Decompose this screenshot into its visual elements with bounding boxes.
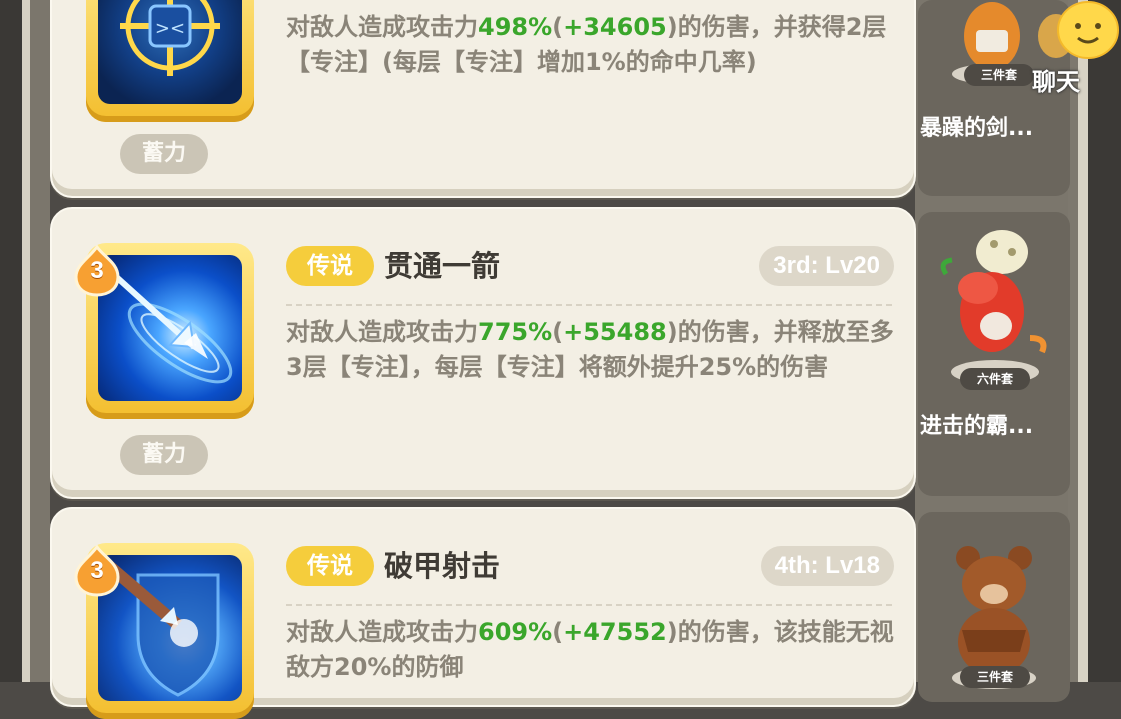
- target-skill-icon: ><: [98, 0, 242, 104]
- skill-name: 破甲射击: [384, 549, 501, 583]
- skill-card[interactable]: 3 蓄力 传说 贯通一箭 3rd: Lv20 对敌人造成攻击力775%(+554…: [50, 207, 916, 499]
- unlock-requirement: 4th: Lv18: [760, 546, 894, 586]
- skill-level: 3: [90, 257, 104, 284]
- rarity-badge: 传说: [286, 246, 374, 286]
- skill-description: 对敌人造成攻击力609%(+47552)的伤害，该技能无视敌方20%的防御: [286, 618, 894, 681]
- skill-card[interactable]: 3 传说 破甲射击 4th: Lv18 对敌人造成攻击力609%(+47552)…: [50, 507, 916, 719]
- chat-bubble-icon: [1038, 1, 1119, 59]
- chat-label[interactable]: 聊天: [1032, 62, 1080, 97]
- fire-level-badge-icon: 3: [74, 244, 120, 297]
- divider: [286, 304, 892, 306]
- set-label: 六件套: [960, 368, 1030, 390]
- set-item-panel[interactable]: [918, 212, 1070, 496]
- set-figure-icon: [940, 230, 1047, 384]
- divider: [286, 604, 892, 606]
- skill-tag: 蓄力: [120, 134, 208, 174]
- set-name: 进击的霸...: [920, 414, 1034, 439]
- skill-tag: 蓄力: [120, 435, 208, 475]
- skill-description: 对敌人造成攻击力498%(+34605)的伤害，并获得2层【专注】(每层【专注】…: [286, 13, 887, 76]
- right-border: [1068, 0, 1121, 682]
- set-name: 暴躁的剑...: [920, 116, 1034, 141]
- left-border: [0, 0, 50, 682]
- set-label: 三件套: [960, 666, 1030, 688]
- skill-name: 贯通一箭: [384, 249, 501, 283]
- unlock-requirement: 3rd: Lv20: [759, 246, 894, 286]
- skill-description: 对敌人造成攻击力775%(+55488)的伤害，并释放至多3层【专注】，每层【专…: [286, 318, 894, 381]
- set-label: 三件套: [964, 64, 1034, 86]
- fire-level-badge-icon: 3: [74, 544, 120, 597]
- skill-level: 3: [90, 557, 104, 584]
- svg-text:><: ><: [155, 18, 185, 39]
- rarity-badge: 传说: [286, 546, 374, 586]
- skill-card[interactable]: >< 蓄力 对敌人造成攻击力498%(+34605)的伤害，并获得2层【专注】(…: [50, 0, 916, 198]
- skill-icon-frame[interactable]: ><: [86, 0, 254, 122]
